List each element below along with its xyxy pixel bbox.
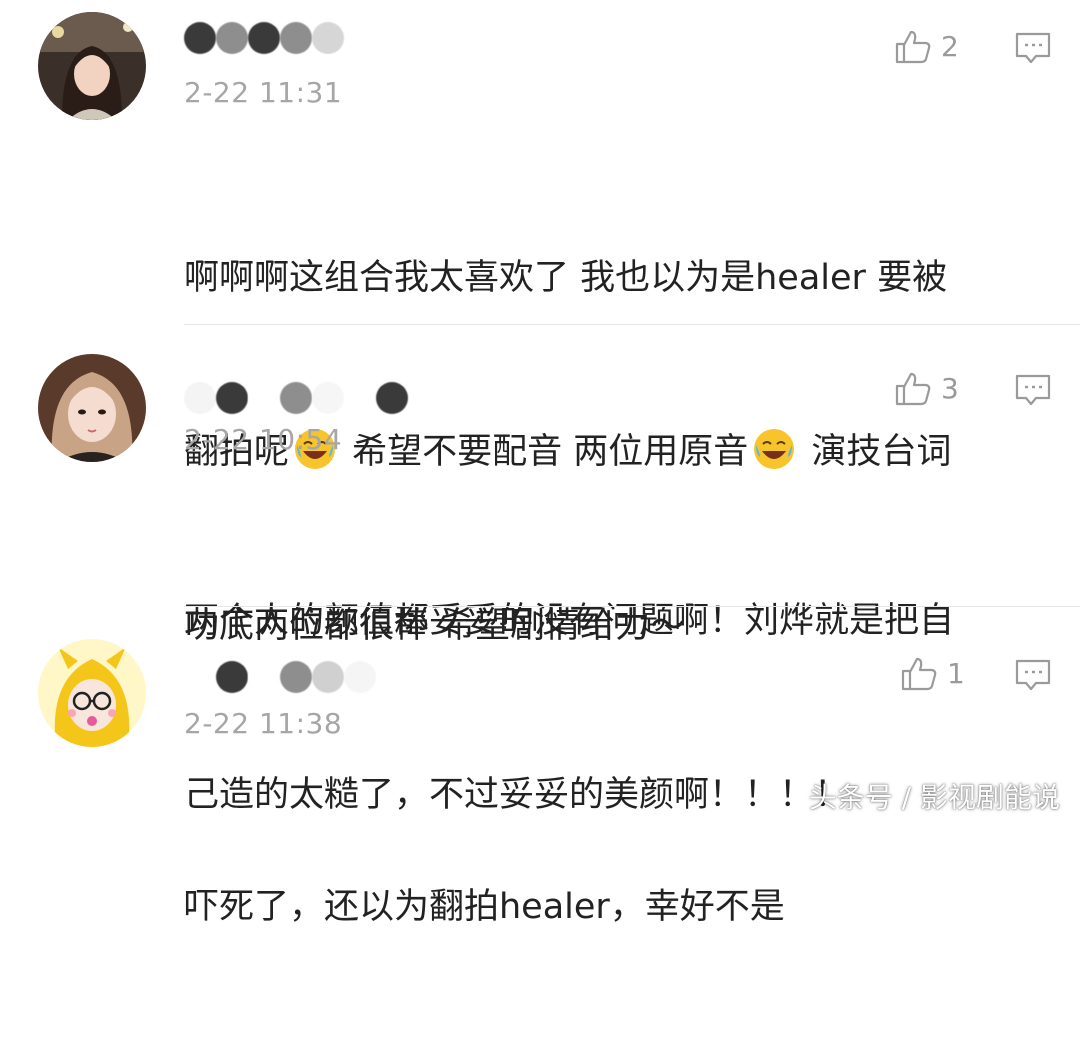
like-button[interactable]: 2 [893, 26, 959, 66]
thumbs-up-icon [895, 372, 931, 406]
comment-bubble-icon [1015, 32, 1051, 64]
comment-timestamp: 2-22 11:31 [184, 76, 343, 109]
like-button[interactable]: 3 [893, 368, 959, 408]
comment-line: 吓死了，还以为翻拍healer，幸好不是 [184, 887, 785, 927]
like-count: 2 [941, 29, 959, 63]
watermark: 头条号 / 影视剧能说 [808, 781, 1060, 814]
thumbs-up-icon [901, 657, 937, 691]
reply-button[interactable] [1014, 28, 1052, 66]
like-count: 1 [947, 656, 965, 690]
comment-item: 2-22 10:54 3 两个人的颜值都妥妥的没有问题啊！刘烨就是把自 己造的太… [0, 326, 1080, 815]
like-button[interactable]: 1 [899, 653, 965, 693]
like-count: 3 [941, 371, 959, 405]
avatar[interactable] [38, 639, 146, 747]
comment-bubble-icon [1015, 374, 1051, 406]
comment-item: 2-22 11:31 2 啊啊啊这组合我太喜欢了 我也以为是healer 要被 … [0, 0, 1080, 646]
divider [184, 324, 1080, 325]
username-blurred[interactable] [184, 378, 408, 418]
username-blurred[interactable] [184, 657, 376, 697]
reply-button[interactable] [1014, 370, 1052, 408]
thumbs-up-icon [895, 30, 931, 64]
comment-bubble-icon [1015, 659, 1051, 691]
comment-timestamp: 2-22 11:38 [184, 707, 343, 740]
username-blurred[interactable] [184, 18, 344, 58]
reply-button[interactable] [1014, 655, 1052, 693]
avatar[interactable] [38, 354, 146, 462]
comment-line: 啊啊啊这组合我太喜欢了 我也以为是healer 要被 [184, 258, 948, 298]
comment-timestamp: 2-22 10:54 [184, 423, 343, 456]
avatar[interactable] [38, 12, 146, 120]
